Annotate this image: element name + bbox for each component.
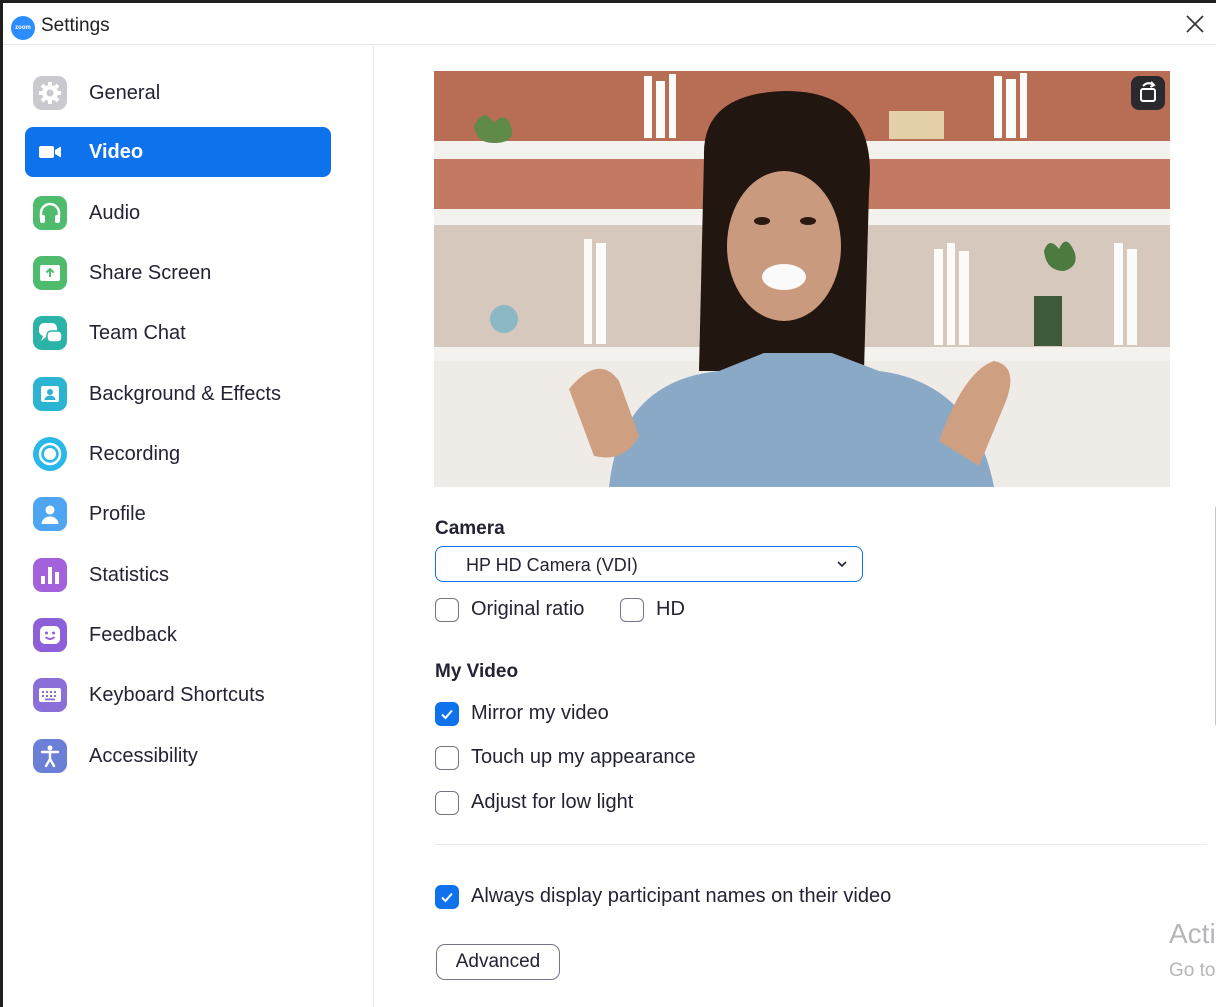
checkmark-icon bbox=[441, 709, 453, 720]
close-icon bbox=[1186, 15, 1204, 33]
sidebar-item-label: Feedback bbox=[89, 624, 177, 646]
sidebar-item-label: Audio bbox=[89, 202, 141, 224]
rotate-camera-button[interactable] bbox=[1131, 76, 1165, 110]
mirror-video-checkbox[interactable] bbox=[435, 702, 459, 726]
sidebar-item-keyboard-shortcuts[interactable]: Keyboard Shortcuts bbox=[25, 670, 331, 720]
camera-select-value: HP HD Camera (VDI) bbox=[466, 555, 638, 575]
gear-icon bbox=[33, 76, 67, 110]
sidebar-item-label: Keyboard Shortcuts bbox=[89, 684, 265, 706]
mirror-video-label: Mirror my video bbox=[471, 702, 609, 724]
participant-names-label: Always display participant names on thei… bbox=[471, 885, 892, 907]
sidebar-item-team-chat[interactable]: Team Chat bbox=[25, 308, 331, 358]
original-ratio-checkbox[interactable] bbox=[435, 598, 459, 622]
video-settings-panel: Camera HP HD Camera (VDI) Original ratio… bbox=[375, 46, 1216, 1007]
sidebar-item-profile[interactable]: Profile bbox=[25, 489, 331, 539]
participant-names-option: Always display participant names on thei… bbox=[435, 884, 905, 910]
touch-up-option: Touch up my appearance bbox=[435, 745, 705, 771]
sidebar-item-label: Accessibility bbox=[89, 745, 198, 767]
advanced-button[interactable]: Advanced bbox=[436, 944, 560, 980]
keyboard-icon bbox=[33, 678, 67, 712]
camera-preview-image bbox=[434, 71, 1170, 487]
sidebar-item-accessibility[interactable]: Accessibility bbox=[25, 731, 331, 781]
low-light-option: Adjust for low light bbox=[435, 790, 655, 816]
my-video-heading: My Video bbox=[435, 661, 519, 682]
hd-checkbox[interactable] bbox=[620, 598, 644, 622]
activation-watermark-line1: Acti bbox=[1169, 918, 1216, 949]
sidebar-item-background-effects[interactable]: Background & Effects bbox=[25, 369, 331, 419]
sidebar-item-label: Recording bbox=[89, 443, 181, 465]
smiley-icon bbox=[33, 618, 67, 652]
settings-sidebar: General Video Audio Share Screen Team Ch bbox=[3, 46, 374, 1007]
camera-heading: Camera bbox=[435, 518, 505, 539]
sidebar-item-share-screen[interactable]: Share Screen bbox=[25, 248, 331, 298]
accessibility-icon bbox=[33, 739, 67, 773]
sidebar-item-label: Team Chat bbox=[89, 322, 186, 344]
title-bar: zoom Settings bbox=[3, 3, 1216, 45]
sidebar-item-label: Profile bbox=[89, 503, 146, 525]
camera-select[interactable]: HP HD Camera (VDI) bbox=[435, 546, 863, 582]
mirror-video-option: Mirror my video bbox=[435, 701, 635, 727]
person-icon bbox=[33, 497, 67, 531]
chat-bubbles-icon bbox=[33, 316, 67, 350]
touch-up-label: Touch up my appearance bbox=[471, 746, 696, 768]
activation-watermark-line2: Go to bbox=[1169, 960, 1216, 981]
original-ratio-option: Original ratio bbox=[435, 597, 605, 623]
sidebar-item-label: Background & Effects bbox=[89, 383, 281, 405]
sidebar-item-video[interactable]: Video bbox=[25, 127, 331, 177]
low-light-checkbox[interactable] bbox=[435, 791, 459, 815]
sidebar-item-recording[interactable]: Recording bbox=[25, 429, 331, 479]
divider bbox=[435, 844, 1207, 845]
original-ratio-label: Original ratio bbox=[471, 598, 585, 620]
participant-names-checkbox[interactable] bbox=[435, 885, 459, 909]
low-light-label: Adjust for low light bbox=[471, 791, 634, 813]
sidebar-item-feedback[interactable]: Feedback bbox=[25, 610, 331, 660]
hd-option: HD bbox=[620, 597, 700, 623]
background-person-icon bbox=[33, 377, 67, 411]
chevron-down-icon bbox=[837, 561, 847, 568]
sidebar-item-general[interactable]: General bbox=[25, 68, 331, 118]
settings-window: zoom Settings General Video Audio Share … bbox=[0, 0, 1216, 1007]
bar-chart-icon bbox=[33, 558, 67, 592]
sidebar-item-label: General bbox=[89, 82, 161, 104]
record-icon bbox=[33, 437, 67, 471]
share-screen-icon bbox=[33, 256, 67, 290]
sidebar-item-statistics[interactable]: Statistics bbox=[25, 550, 331, 600]
headphones-icon bbox=[33, 196, 67, 230]
sidebar-item-label: Share Screen bbox=[89, 262, 212, 284]
sidebar-item-audio[interactable]: Audio bbox=[25, 188, 331, 238]
sidebar-item-label: Video bbox=[89, 141, 144, 163]
window-title: Settings bbox=[41, 15, 110, 36]
zoom-logo: zoom bbox=[11, 16, 35, 40]
hd-label: HD bbox=[656, 598, 685, 620]
checkmark-icon bbox=[441, 892, 453, 903]
rotate-icon bbox=[1140, 81, 1156, 102]
sidebar-item-label: Statistics bbox=[89, 564, 170, 586]
video-camera-icon bbox=[33, 135, 67, 169]
video-preview bbox=[434, 71, 1170, 487]
close-button[interactable] bbox=[1182, 11, 1208, 37]
touch-up-checkbox[interactable] bbox=[435, 746, 459, 770]
